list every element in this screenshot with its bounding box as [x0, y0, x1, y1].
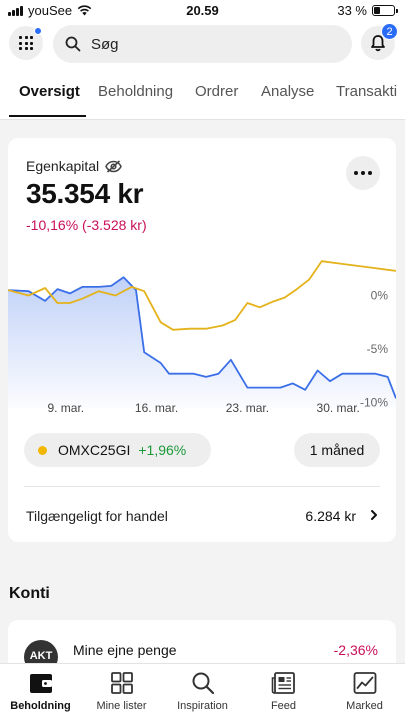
nav-inspiration[interactable]: Inspiration [162, 664, 243, 720]
eye-off-icon[interactable] [105, 159, 123, 173]
search-icon [65, 36, 81, 52]
chart-icon [353, 672, 377, 694]
nav-marked[interactable]: Marked [324, 664, 405, 720]
nav-label: Inspiration [177, 700, 228, 712]
notification-count-badge: 2 [381, 23, 398, 40]
benchmark-change: +1,96% [138, 442, 187, 458]
period-selector[interactable]: 1 måned [294, 433, 380, 467]
benchmark-selector[interactable]: OMXC25GI +1,96% [24, 433, 211, 467]
nav-label: Marked [346, 700, 383, 712]
account-name: Mine ejne penge [73, 642, 177, 658]
benchmark-name: OMXC25GI [58, 442, 131, 458]
more-dot-icon [354, 171, 358, 175]
search-icon [192, 672, 215, 695]
tab-beholdning[interactable]: Beholdning [98, 83, 173, 100]
tab-oversigt[interactable]: Oversigt [19, 83, 80, 100]
x-tick-label: 16. mar. [135, 401, 178, 415]
equity-label: Egenkapital [26, 158, 100, 174]
available-label: Tilgængeligt for handel [26, 508, 168, 524]
available-value: 6.284 kr [305, 508, 356, 524]
account-change: -2,36% [333, 642, 378, 658]
benchmark-color-dot [38, 445, 47, 455]
notifications-button[interactable]: 2 [361, 23, 398, 60]
more-options-button[interactable] [346, 156, 380, 190]
search-placeholder: Søg [91, 35, 119, 53]
nav-label: Feed [270, 700, 297, 712]
header-divider [0, 119, 405, 120]
bottom-navigation: Beholdning Mine lister Inspiration Feed [0, 663, 405, 720]
battery-percent: 33 % [337, 3, 367, 18]
account-row[interactable]: AKT Mine ejne penge -2,36% [8, 620, 396, 668]
status-bar: youSee 20.59 33 % [0, 0, 405, 22]
chevron-right-icon [371, 510, 377, 520]
grid-icon [111, 672, 133, 694]
equity-value: 35.354 kr [26, 178, 144, 209]
equity-card: Egenkapital 35.354 kr -10,16% (-3.528 kr… [8, 138, 396, 542]
equity-area [8, 277, 396, 408]
x-tick-label: 23. mar. [226, 401, 269, 415]
equity-label-row: Egenkapital [26, 158, 123, 174]
tab-analyse[interactable]: Analyse [261, 83, 314, 100]
performance-chart[interactable]: 0% -5% -10% 9. mar. 16. mar. 23. mar. 30. mar. [8, 258, 396, 428]
nav-mine-lister[interactable]: Mine lister [81, 664, 162, 720]
battery-icon [372, 5, 398, 16]
equity-change: -10,16% (-3.528 kr) [26, 217, 147, 233]
nav-feed[interactable]: Feed [243, 664, 324, 720]
battery-info: 33 % [337, 3, 398, 18]
nav-beholdning[interactable]: Beholdning [0, 664, 81, 720]
y-tick-label: 0% [371, 289, 389, 303]
search-bar[interactable]: Søg [53, 25, 352, 63]
tab-transaktioner[interactable]: Transakti [336, 83, 397, 100]
card-divider [24, 486, 380, 487]
apps-grid-icon [19, 36, 33, 50]
apps-notification-dot [34, 27, 42, 35]
x-tick-label: 9. mar. [47, 401, 84, 415]
tab-ordrer[interactable]: Ordrer [195, 83, 238, 100]
y-tick-label: -5% [367, 342, 389, 356]
nav-label: Beholdning [10, 700, 71, 712]
wallet-icon [30, 674, 52, 693]
apps-menu-button[interactable] [9, 26, 43, 60]
active-tab-indicator [9, 115, 86, 117]
nav-label: Mine lister [96, 700, 147, 712]
accounts-section-title: Konti [9, 585, 50, 602]
app-header: Søg 2 Oversigt Beholdning Ordrer Analyse… [0, 22, 405, 120]
y-tick-label: -10% [360, 396, 388, 410]
tab-bar: Oversigt Beholdning Ordrer Analyse Trans… [0, 80, 405, 118]
newspaper-icon [271, 672, 295, 694]
x-tick-label: 30. mar. [317, 401, 360, 415]
